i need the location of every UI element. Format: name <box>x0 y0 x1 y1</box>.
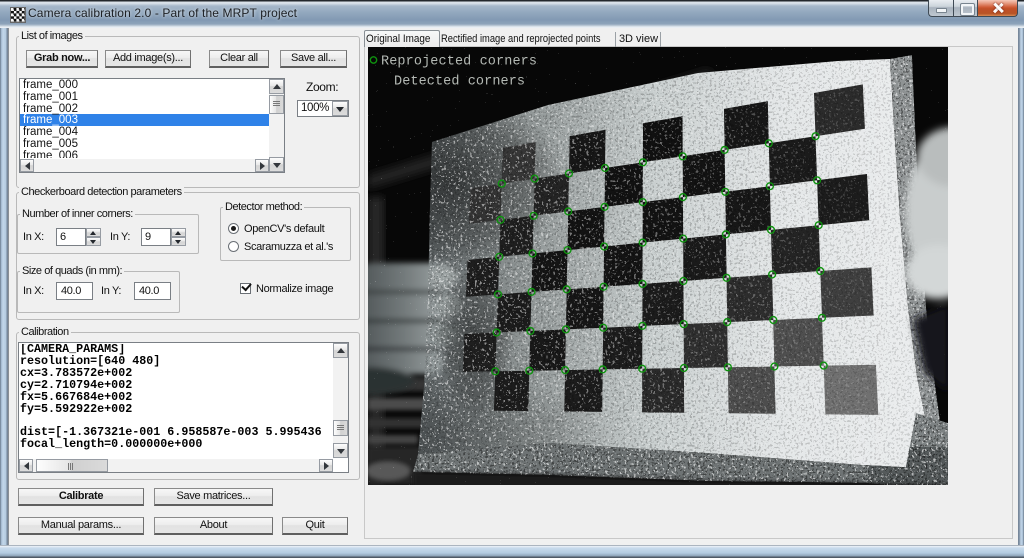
svg-text:Reprojected corners: Reprojected corners <box>381 55 537 70</box>
svg-text:Detected corners: Detected corners <box>394 75 525 90</box>
